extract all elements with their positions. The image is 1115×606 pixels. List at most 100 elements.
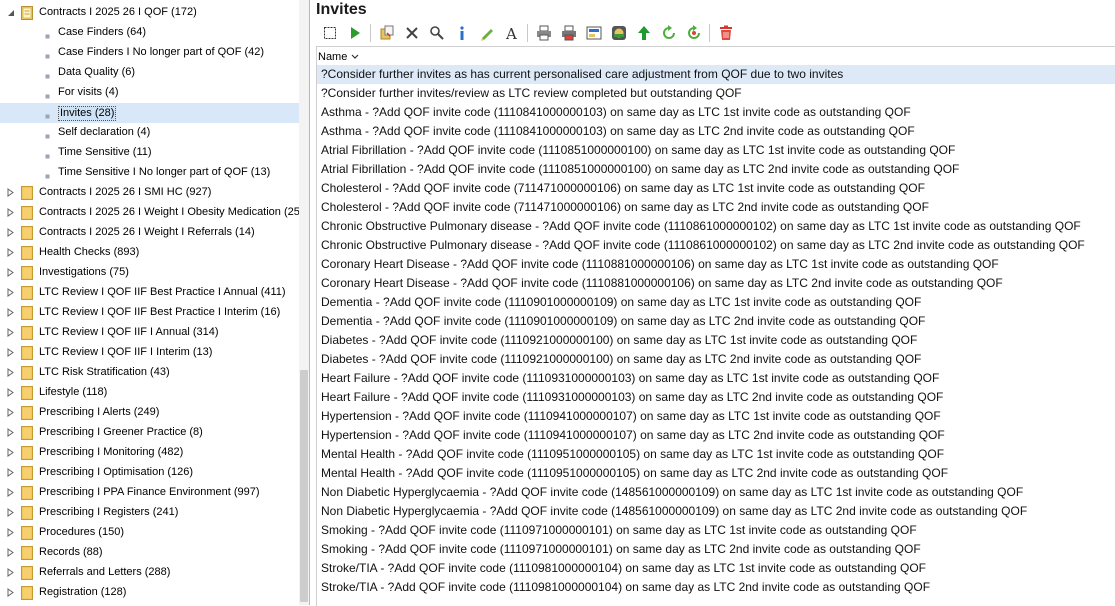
list-item[interactable]: Coronary Heart Disease - ?Add QOF invite… — [317, 255, 1115, 274]
tree-folder-item[interactable]: Prescribing I Registers (241) — [0, 503, 300, 523]
upload-button[interactable] — [631, 22, 656, 44]
list-item[interactable]: ?Consider further invites/review as LTC … — [317, 84, 1115, 103]
print-red-button[interactable] — [556, 22, 581, 44]
copy-button[interactable] — [374, 22, 399, 44]
list-item[interactable]: Stroke/TIA - ?Add QOF invite code (11109… — [317, 578, 1115, 597]
expand-closed-icon[interactable] — [6, 388, 15, 397]
refresh-alt-button[interactable] — [681, 22, 706, 44]
tree-folder-item[interactable]: Prescribing I Greener Practice (8) — [0, 423, 300, 443]
tree-leaf-item[interactable]: Time Sensitive I No longer part of QOF (… — [0, 163, 300, 183]
tree-folder-item[interactable]: LTC Review I QOF IIF Best Practice I Int… — [0, 303, 300, 323]
info-button[interactable] — [449, 22, 474, 44]
list-item[interactable]: Diabetes - ?Add QOF invite code (1110921… — [317, 331, 1115, 350]
expand-closed-icon[interactable] — [6, 588, 15, 597]
list-item[interactable]: Atrial Fibrillation - ?Add QOF invite co… — [317, 160, 1115, 179]
expand-closed-icon[interactable] — [6, 428, 15, 437]
tree-folder-item[interactable]: Referrals and Letters (288) — [0, 563, 300, 583]
list-item[interactable]: Asthma - ?Add QOF invite code (111084100… — [317, 103, 1115, 122]
list-item[interactable]: Coronary Heart Disease - ?Add QOF invite… — [317, 274, 1115, 293]
folder-icon — [21, 226, 33, 240]
tree-folder-item[interactable]: LTC Review I QOF IIF Best Practice I Ann… — [0, 283, 300, 303]
list-item[interactable]: Dementia - ?Add QOF invite code (1110901… — [317, 293, 1115, 312]
tree-folder-item[interactable]: Procedures (150) — [0, 523, 300, 543]
list-item[interactable]: Diabetes - ?Add QOF invite code (1110921… — [317, 350, 1115, 369]
list-item[interactable]: Hypertension - ?Add QOF invite code (111… — [317, 426, 1115, 445]
expand-closed-icon[interactable] — [6, 368, 15, 377]
list-item[interactable]: Stroke/TIA - ?Add QOF invite code (11109… — [317, 559, 1115, 578]
expand-closed-icon[interactable] — [6, 288, 15, 297]
tree-folder-item[interactable]: Contracts I 2025 26 I Weight I Referrals… — [0, 223, 300, 243]
list-item[interactable]: Cholesterol - ?Add QOF invite code (7114… — [317, 198, 1115, 217]
tree-folder-item[interactable]: Contracts I 2025 26 I Weight I Obesity M… — [0, 203, 304, 223]
delete-button[interactable] — [399, 22, 424, 44]
expand-closed-icon[interactable] — [6, 328, 15, 337]
run-button[interactable] — [342, 22, 367, 44]
expand-closed-icon[interactable] — [6, 208, 15, 217]
tree-folder-item[interactable]: Prescribing I PPA Finance Environment (9… — [0, 483, 300, 503]
refresh-button[interactable] — [656, 22, 681, 44]
list-item[interactable]: Hypertension - ?Add QOF invite code (111… — [317, 407, 1115, 426]
tree-leaf-item[interactable]: Self declaration (4) — [0, 123, 300, 143]
schedule-button[interactable] — [606, 22, 631, 44]
list-item[interactable]: Smoking - ?Add QOF invite code (11109710… — [317, 521, 1115, 540]
list-item[interactable]: Non Diabetic Hyperglycaemia - ?Add QOF i… — [317, 502, 1115, 521]
tree-leaf-item[interactable]: Case Finders (64) — [0, 23, 300, 43]
expand-closed-icon[interactable] — [6, 248, 15, 257]
tree-folder-item[interactable]: Lifestyle (118) — [0, 383, 300, 403]
list-item[interactable]: Cholesterol - ?Add QOF invite code (7114… — [317, 179, 1115, 198]
tree-folder-item[interactable]: Health Checks (893) — [0, 243, 300, 263]
tree-leaf-item[interactable]: For visits (4) — [0, 83, 300, 103]
expand-closed-icon[interactable] — [6, 228, 15, 237]
expand-closed-icon[interactable] — [6, 568, 15, 577]
expand-closed-icon[interactable] — [6, 488, 15, 497]
select-all-button[interactable] — [317, 22, 342, 44]
list-item[interactable]: Chronic Obstructive Pulmonary disease - … — [317, 236, 1115, 255]
list-item[interactable]: Chronic Obstructive Pulmonary disease - … — [317, 217, 1115, 236]
tree-folder-item[interactable]: Records (88) — [0, 543, 300, 563]
column-header-name[interactable]: Name — [318, 49, 359, 65]
tree-leaf-item[interactable]: Data Quality (6) — [0, 63, 300, 83]
tree-folder-item[interactable]: Prescribing I Optimisation (126) — [0, 463, 300, 483]
tree-scrollbar[interactable] — [299, 0, 309, 605]
edit-button[interactable] — [474, 22, 499, 44]
expand-closed-icon[interactable] — [6, 528, 15, 537]
tree-folder-item[interactable]: LTC Review I QOF IIF I Interim (13) — [0, 343, 300, 363]
tree-folder-item[interactable]: Prescribing I Monitoring (482) — [0, 443, 300, 463]
tree-scrollbar-thumb[interactable] — [300, 370, 308, 602]
tree-leaf-item[interactable]: Case Finders I No longer part of QOF (42… — [0, 43, 300, 63]
tree-folder-item[interactable]: Contracts I 2025 26 I SMI HC (927) — [0, 183, 300, 203]
list-item[interactable]: Mental Health - ?Add QOF invite code (11… — [317, 464, 1115, 483]
expand-closed-icon[interactable] — [6, 468, 15, 477]
expand-closed-icon[interactable] — [6, 448, 15, 457]
tree-folder-item[interactable]: Investigations (75) — [0, 263, 300, 283]
print-button[interactable] — [531, 22, 556, 44]
expand-closed-icon[interactable] — [6, 508, 15, 517]
list-item[interactable]: Smoking - ?Add QOF invite code (11109710… — [317, 540, 1115, 559]
list-item[interactable]: Heart Failure - ?Add QOF invite code (11… — [317, 369, 1115, 388]
search-button[interactable] — [424, 22, 449, 44]
tree-folder-item[interactable]: Contracts I 2025 26 I QOF (172) — [0, 3, 300, 23]
expand-closed-icon[interactable] — [6, 308, 15, 317]
list-item[interactable]: Atrial Fibrillation - ?Add QOF invite co… — [317, 141, 1115, 160]
list-item[interactable]: Heart Failure - ?Add QOF invite code (11… — [317, 388, 1115, 407]
expand-open-icon[interactable] — [6, 8, 15, 17]
list-item[interactable]: Mental Health - ?Add QOF invite code (11… — [317, 445, 1115, 464]
expand-closed-icon[interactable] — [6, 408, 15, 417]
list-item[interactable]: ?Consider further invites as has current… — [317, 65, 1115, 84]
list-item[interactable]: Asthma - ?Add QOF invite code (111084100… — [317, 122, 1115, 141]
expand-closed-icon[interactable] — [6, 188, 15, 197]
report-button[interactable] — [581, 22, 606, 44]
tree-folder-item[interactable]: Prescribing I Alerts (249) — [0, 403, 300, 423]
expand-closed-icon[interactable] — [6, 348, 15, 357]
tree-folder-item[interactable]: Registration (128) — [0, 583, 300, 603]
trash-button[interactable] — [713, 22, 738, 44]
expand-closed-icon[interactable] — [6, 548, 15, 557]
list-item[interactable]: Non Diabetic Hyperglycaemia - ?Add QOF i… — [317, 483, 1115, 502]
expand-closed-icon[interactable] — [6, 268, 15, 277]
tree-leaf-item[interactable]: Invites (28) — [0, 103, 300, 123]
tree-leaf-item[interactable]: Time Sensitive (11) — [0, 143, 300, 163]
tree-folder-item[interactable]: LTC Risk Stratification (43) — [0, 363, 300, 383]
tree-folder-item[interactable]: LTC Review I QOF IIF I Annual (314) — [0, 323, 300, 343]
list-item[interactable]: Dementia - ?Add QOF invite code (1110901… — [317, 312, 1115, 331]
text-button[interactable]: A — [499, 22, 524, 44]
